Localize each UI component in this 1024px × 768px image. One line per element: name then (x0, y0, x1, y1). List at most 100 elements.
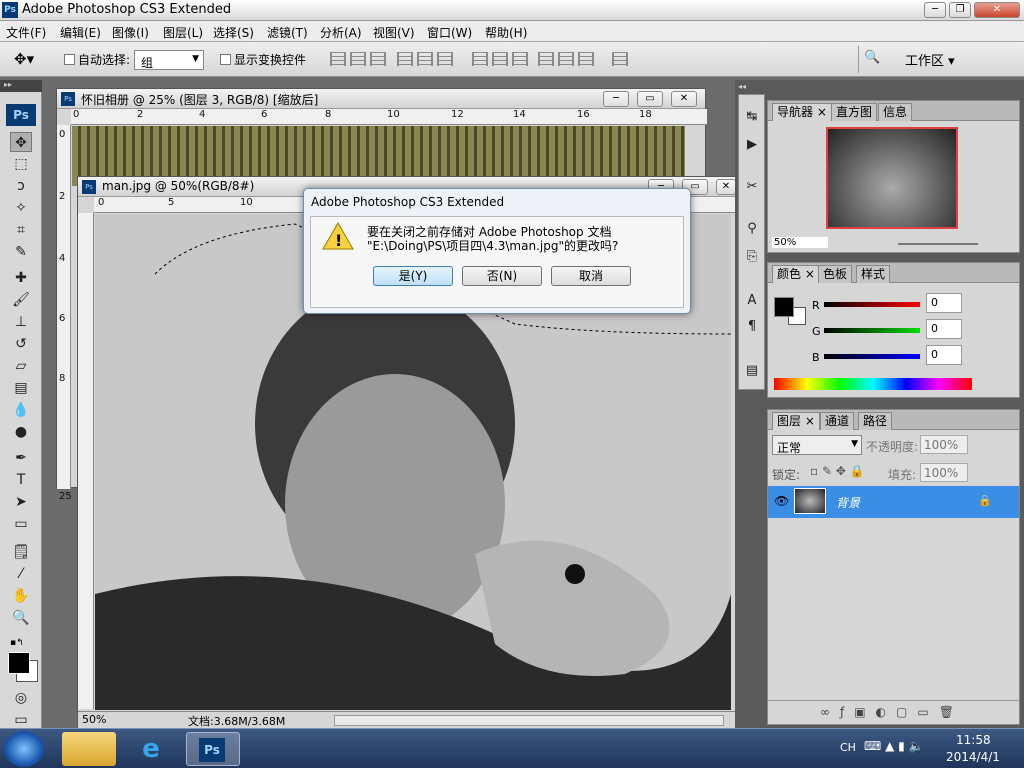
b-value-field[interactable]: 0 (926, 345, 962, 365)
close-button[interactable]: ✕ (974, 2, 1020, 18)
layer-row-background[interactable]: 👁 背景 🔒 (768, 486, 1019, 518)
clone-source-icon[interactable]: ⎘ (742, 247, 762, 267)
restore-button[interactable]: ❐ (949, 2, 971, 18)
shape-tool-icon[interactable]: ▭ (10, 514, 32, 534)
doc1-minimize-button[interactable]: ─ (603, 91, 629, 107)
dodge-tool-icon[interactable]: ● (10, 422, 32, 442)
show-transform-checkbox[interactable] (220, 54, 231, 65)
no-button[interactable]: 否(N) (462, 266, 542, 286)
menu-select[interactable]: 选择(S) (213, 24, 254, 41)
menu-image[interactable]: 图像(I) (112, 24, 149, 41)
brushes-panel-icon[interactable]: ⚲ (742, 219, 762, 239)
doc2-close-button[interactable]: ✕ (716, 179, 736, 195)
navigator-thumbnail[interactable] (826, 127, 958, 229)
actions-panel-icon[interactable]: ▶ (742, 135, 762, 155)
explorer-taskbar-icon[interactable] (62, 732, 116, 766)
workspace-button[interactable]: 工作区 ▾ (905, 50, 955, 69)
menu-file[interactable]: 文件(F) (6, 24, 46, 41)
tool-presets-icon[interactable]: ✂ (742, 177, 762, 197)
crop-tool-icon[interactable]: ⌗ (10, 220, 32, 240)
stamp-tool-icon[interactable]: ⊥ (10, 312, 32, 332)
menu-help[interactable]: 帮助(H) (485, 24, 527, 41)
eraser-tool-icon[interactable]: ▱ (10, 356, 32, 376)
horizontal-scrollbar[interactable] (334, 715, 724, 726)
history-panel-icon[interactable]: ↹ (742, 107, 762, 127)
b-slider[interactable] (824, 354, 920, 359)
start-button[interactable] (4, 731, 44, 767)
clock-date[interactable]: 2014/4/1 (946, 750, 1000, 764)
menu-edit[interactable]: 编辑(E) (60, 24, 101, 41)
align-bottom-icon[interactable] (370, 52, 386, 66)
zoom-level[interactable]: 50% (82, 713, 106, 726)
minimize-button[interactable]: ─ (924, 2, 946, 18)
screen-mode-icon[interactable]: ▭ (10, 710, 32, 728)
distribute-top-icon[interactable] (472, 52, 488, 66)
doc1-maximize-button[interactable]: ▭ (637, 91, 663, 107)
tab-histogram[interactable]: 直方图 (831, 103, 878, 121)
foreground-color-swatch[interactable] (8, 652, 30, 674)
align-hcenter-icon[interactable] (417, 52, 433, 66)
history-brush-icon[interactable]: ↺ (10, 334, 32, 354)
menu-view[interactable]: 视图(V) (373, 24, 415, 41)
layers-footer-icons[interactable]: ∞ƒ▣◐▢▭🗑 (768, 700, 1019, 724)
tab-paths[interactable]: 路径 (858, 412, 893, 430)
blend-mode-dropdown[interactable]: 正常 ▼ (772, 435, 862, 455)
menu-window[interactable]: 窗口(W) (427, 24, 472, 41)
lasso-tool-icon[interactable]: ↄ (10, 176, 32, 196)
brush-tool-icon[interactable]: 🖌 (10, 290, 32, 310)
distribute-bottom-icon[interactable] (512, 52, 528, 66)
input-language[interactable]: CH (840, 741, 856, 754)
auto-select-checkbox[interactable] (64, 54, 75, 65)
align-top-icon[interactable] (330, 52, 346, 66)
align-right-icon[interactable] (437, 52, 453, 66)
color-spectrum[interactable] (774, 378, 972, 390)
layer-comps-icon[interactable]: ▤ (742, 361, 762, 381)
move-tool-icon[interactable]: ✥▾ (14, 50, 34, 68)
foreground-color-swatch[interactable] (774, 297, 794, 317)
tab-color[interactable]: 颜色 × (772, 265, 820, 283)
tab-swatches[interactable]: 色板 (818, 265, 853, 283)
yes-button[interactable]: 是(Y) (373, 266, 453, 286)
menu-analysis[interactable]: 分析(A) (320, 24, 362, 41)
auto-align-icon[interactable] (612, 52, 628, 66)
tab-channels[interactable]: 通道 (820, 412, 855, 430)
hand-tool-icon[interactable]: ✋ (10, 586, 32, 606)
r-value-field[interactable]: 0 (926, 293, 962, 313)
menu-layer[interactable]: 图层(L) (163, 24, 203, 41)
eyedropper-tool-icon[interactable]: ⁄ (10, 564, 32, 584)
fill-field[interactable]: 100% (920, 463, 968, 482)
toolbox-collapse-icon[interactable]: ▸▸ (0, 80, 42, 92)
notes-tool-icon[interactable]: 🗒 (10, 542, 32, 562)
magic-wand-icon[interactable]: ✧ (10, 198, 32, 218)
distribute-hcenter-icon[interactable] (558, 52, 574, 66)
auto-select-dropdown[interactable]: 组 ▼ (134, 50, 204, 70)
ie-taskbar-icon[interactable]: e (124, 732, 178, 766)
cancel-button[interactable]: 取消 (551, 266, 631, 286)
document-1-titlebar[interactable]: Ps 怀旧相册 @ 25% (图层 3, RGB/8) [缩放后] ─ ▭ ✕ (57, 89, 705, 109)
zoom-tool-icon[interactable]: 🔍 (10, 608, 32, 628)
default-colors-icon[interactable]: ▪↰ (10, 638, 24, 648)
marquee-tool-icon[interactable]: ⬚ (10, 154, 32, 174)
navigator-zoom-field[interactable]: 50% (772, 237, 828, 248)
quick-mask-icon[interactable]: ◎ (10, 688, 32, 708)
pen-tool-icon[interactable]: ✒ (10, 448, 32, 468)
distribute-right-icon[interactable] (578, 52, 594, 66)
slice-tool-icon[interactable]: ✎ (10, 242, 32, 262)
r-slider[interactable] (824, 302, 920, 307)
eye-icon[interactable]: 👁 (774, 494, 789, 508)
distribute-vcenter-icon[interactable] (492, 52, 508, 66)
clock-time[interactable]: 11:58 (956, 733, 991, 747)
type-tool-icon[interactable]: T (10, 470, 32, 490)
tab-navigator[interactable]: 导航器 × (772, 103, 832, 121)
move-tool-icon[interactable]: ✥ (10, 132, 32, 152)
g-value-field[interactable]: 0 (926, 319, 962, 339)
bridge-icon[interactable]: 🔍 (864, 50, 888, 68)
distribute-left-icon[interactable] (538, 52, 554, 66)
photoshop-taskbar-button[interactable]: Ps (186, 732, 240, 766)
align-vcenter-icon[interactable] (350, 52, 366, 66)
character-panel-icon[interactable]: A (742, 291, 762, 311)
gradient-tool-icon[interactable]: ▤ (10, 378, 32, 398)
doc1-close-button[interactable]: ✕ (671, 91, 697, 107)
navigator-zoom-slider[interactable] (898, 243, 978, 245)
lock-icons[interactable]: ▫ ✎ ✥ 🔒 (810, 464, 865, 478)
